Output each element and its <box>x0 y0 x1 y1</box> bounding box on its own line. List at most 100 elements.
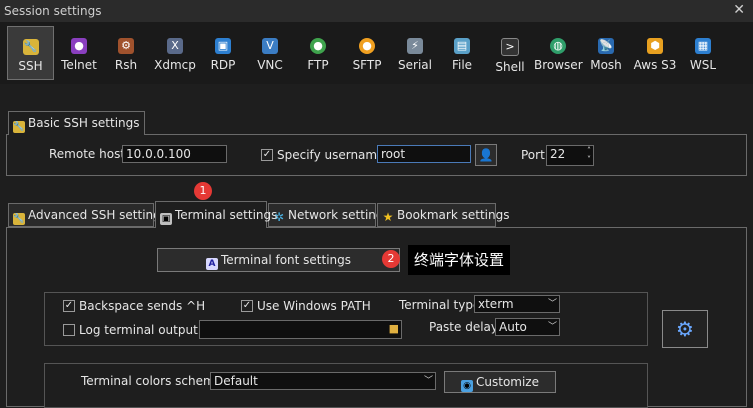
toolbar-label: File <box>451 58 473 72</box>
port-spinner-icon[interactable]: ˄ ˅ <box>587 146 591 164</box>
toolbar-label: Rsh <box>114 58 138 72</box>
button-label: Customize <box>476 375 539 389</box>
toolbar-label: WSL <box>689 58 717 72</box>
window-title: Session settings <box>4 4 102 18</box>
toolbar-label: Telnet <box>61 58 97 72</box>
tab-label: Advanced SSH settings <box>28 208 168 222</box>
wrench-icon: 🔧 <box>13 213 25 225</box>
ftp-icon: ● <box>310 38 326 54</box>
gears-icon: ⚙ <box>676 317 694 341</box>
paste-delay-label: Paste delay: <box>429 320 502 334</box>
folder-icon[interactable]: ■ <box>389 322 399 336</box>
aws-s3-icon: ⬢ <box>647 38 663 54</box>
serial-icon: ⚡ <box>407 38 423 54</box>
toolbar-label: Aws S3 <box>633 58 677 72</box>
toolbar-label: FTP <box>307 58 329 72</box>
session-type-toolbar: 🔧 SSH ● Telnet ⚙ Rsh X Xdmcp ▣ RDP V VNC… <box>0 22 753 84</box>
specify-username-label: Specify username <box>277 148 385 162</box>
file-icon: ▤ <box>454 38 470 54</box>
port-input[interactable]: 22 ˄ ˅ <box>546 145 594 166</box>
tab-advanced-ssh-settings[interactable]: 🔧 Advanced SSH settings <box>8 203 167 227</box>
terminal-type-select[interactable]: xterm ﹀ <box>474 295 560 313</box>
toolbar-vnc[interactable]: V VNC <box>251 26 289 80</box>
tab-label: Terminal settings <box>175 208 278 222</box>
toolbar-label: Serial <box>398 58 432 72</box>
specify-username-checkbox[interactable]: ✓ <box>261 149 273 161</box>
rsh-icon: ⚙ <box>118 38 134 54</box>
title-bar: Session settings ✕ <box>0 0 753 23</box>
tab-label: Network settings <box>288 208 390 222</box>
mosh-icon: 📡 <box>598 38 614 54</box>
terminal-type-value: xterm <box>478 297 514 311</box>
backspace-label: Backspace sends ^H <box>79 299 206 313</box>
toolbar-ftp[interactable]: ● FTP <box>300 26 336 80</box>
log-output-label: Log terminal output to: <box>79 323 218 337</box>
toolbar-aws-s3[interactable]: ⬢ Aws S3 <box>632 26 678 80</box>
close-icon[interactable]: ✕ <box>733 2 745 18</box>
rdp-icon: ▣ <box>215 38 231 54</box>
toolbar-mosh[interactable]: 📡 Mosh <box>588 26 624 80</box>
star-icon: ★ <box>382 210 394 224</box>
paste-delay-value: Auto <box>499 320 527 334</box>
toolbar-label: Shell <box>495 60 525 74</box>
globe-icon: ◍ <box>550 38 566 54</box>
log-output-path-input[interactable]: ■ <box>199 320 402 339</box>
toolbar-serial[interactable]: ⚡ Serial <box>394 26 436 80</box>
chevron-down-icon: ﹀ <box>547 322 557 332</box>
paste-delay-select[interactable]: Auto ﹀ <box>495 318 560 336</box>
toolbar-label: RDP <box>210 58 236 72</box>
basic-ssh-settings-tab[interactable]: 🔧 Basic SSH settings <box>8 111 145 135</box>
toolbar-file[interactable]: ▤ File <box>446 26 478 80</box>
xdmcp-icon: X <box>167 38 183 54</box>
toolbar-wsl[interactable]: ▦ WSL <box>684 26 722 80</box>
colors-scheme-select[interactable]: Default ﹀ <box>210 372 436 390</box>
tab-label: Bookmark settings <box>397 208 510 222</box>
toolbar-rsh[interactable]: ⚙ Rsh <box>106 26 146 80</box>
toolbar-label: Mosh <box>590 58 622 72</box>
toolbar-label: VNC <box>257 58 283 72</box>
shell-icon: > <box>501 38 519 56</box>
username-input[interactable]: root <box>377 145 471 163</box>
wrench-icon: 🔧 <box>13 121 25 133</box>
remote-host-input[interactable]: 10.0.0.100 <box>122 145 227 163</box>
sftp-icon: ● <box>359 38 375 54</box>
tab-label: Basic SSH settings <box>28 116 140 130</box>
toolbar-label: SSH <box>18 59 43 73</box>
font-icon: A <box>205 258 218 270</box>
palette-icon: ◉ <box>461 380 473 392</box>
port-label: Port <box>521 148 545 162</box>
toolbar-ssh[interactable]: 🔧 SSH <box>7 26 54 80</box>
chevron-down-icon: ﹀ <box>423 376 433 386</box>
button-label: Terminal font settings <box>220 253 352 267</box>
user-manager-button[interactable]: 👤 <box>475 144 497 166</box>
toolbar-rdp[interactable]: ▣ RDP <box>205 26 241 80</box>
annotation-badge-1: 1 <box>194 182 212 200</box>
toolbar-xdmcp[interactable]: X Xdmcp <box>152 26 198 80</box>
toolbar-telnet[interactable]: ● Telnet <box>57 26 101 80</box>
customize-button[interactable]: ◉ Customize <box>444 371 556 393</box>
port-value: 22 <box>550 147 566 161</box>
log-output-checkbox[interactable] <box>63 324 75 336</box>
tab-terminal-settings[interactable]: ▣ Terminal settings <box>155 201 277 228</box>
toolbar-browser[interactable]: ◍ Browser <box>534 26 583 80</box>
telnet-icon: ● <box>71 38 87 54</box>
tab-network-settings[interactable]: ✲ Network settings <box>268 203 390 227</box>
toolbar-sftp[interactable]: ● SFTP <box>346 26 388 80</box>
terminal-font-settings-button[interactable]: A Terminal font settings <box>157 248 400 272</box>
backspace-checkbox[interactable]: ✓ <box>63 300 75 312</box>
use-windows-path-checkbox[interactable]: ✓ <box>241 300 253 312</box>
toolbar-label: Browser <box>534 58 583 72</box>
user-icon: 👤 <box>478 148 494 162</box>
chevron-down-icon: ﹀ <box>547 299 557 309</box>
wsl-icon: ▦ <box>695 38 711 54</box>
advanced-settings-gear-button[interactable]: ⚙ <box>662 310 708 348</box>
toolbar-shell[interactable]: > Shell <box>492 26 528 80</box>
annotation-note: 终端字体设置 <box>408 245 511 275</box>
annotation-badge-2: 2 <box>382 250 400 268</box>
tab-bookmark-settings[interactable]: ★ Bookmark settings <box>377 203 509 227</box>
toolbar-label: SFTP <box>352 58 382 72</box>
ssh-icon: 🔧 <box>22 39 39 55</box>
terminal-icon: ▣ <box>160 213 172 225</box>
colors-scheme-value: Default <box>214 374 258 388</box>
use-windows-path-label: Use Windows PATH <box>257 299 371 313</box>
